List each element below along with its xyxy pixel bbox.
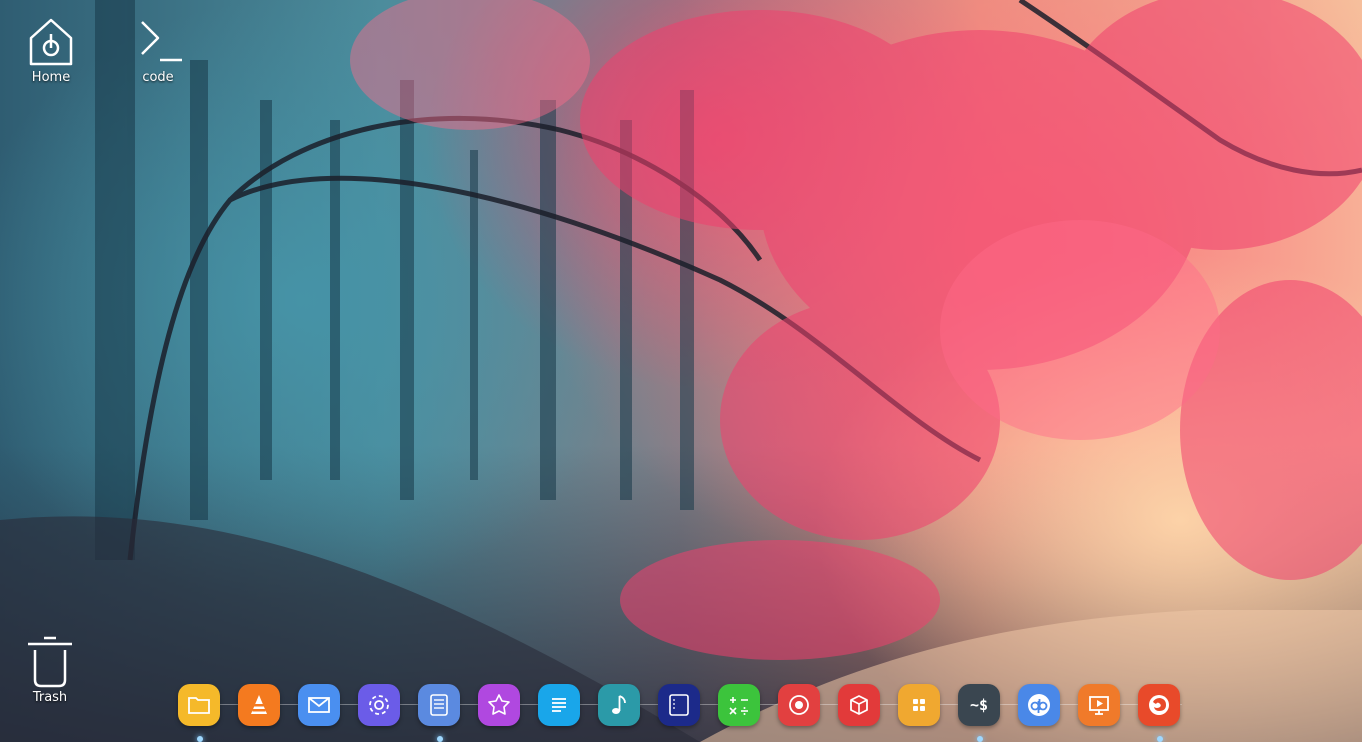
text-editor-icon <box>552 698 566 712</box>
home-icon <box>29 18 73 66</box>
dock-item-terminal[interactable]: ~$ <box>958 684 1000 726</box>
dock-item-vlc[interactable] <box>238 684 280 726</box>
dock-item-settings[interactable] <box>358 684 400 726</box>
running-indicator <box>437 736 443 742</box>
dock-item-presentation[interactable] <box>1078 684 1120 726</box>
presentation-icon <box>1089 696 1109 715</box>
settings-icon <box>369 695 389 715</box>
running-indicator <box>1157 736 1163 742</box>
dock-item-screenshot[interactable] <box>778 684 820 726</box>
desktop[interactable]: Home code Trash ~$ <box>0 0 1362 742</box>
running-indicator <box>977 736 983 742</box>
mail-icon <box>308 697 330 713</box>
dock-item-qbittorrent[interactable] <box>1018 684 1060 726</box>
desktop-icon-label: Home <box>31 70 71 85</box>
dock-item-text-editor[interactable] <box>538 684 580 726</box>
terminal-app-icon: ~$ <box>969 696 989 714</box>
dock-item-calculator[interactable] <box>718 684 760 726</box>
launcher-icon <box>488 694 510 715</box>
trash-icon <box>28 636 72 688</box>
qbittorrent-icon <box>1028 694 1050 716</box>
dock-item-firefox[interactable] <box>1138 684 1180 726</box>
dock-item-mail[interactable] <box>298 684 340 726</box>
notes-icon <box>669 694 689 716</box>
desktop-icon-home[interactable]: Home <box>6 12 96 85</box>
running-indicator <box>197 736 203 742</box>
wallpaper-forest <box>0 0 1362 742</box>
app-store-icon <box>850 695 868 715</box>
desktop-icon-label: code <box>142 70 174 85</box>
desktop-icon-trash[interactable]: Trash <box>5 632 95 705</box>
vlc-icon <box>251 695 267 714</box>
dock-item-document-viewer[interactable] <box>418 684 460 726</box>
app-grid-icon <box>913 699 925 711</box>
dock-item-launcher[interactable] <box>478 684 520 726</box>
desktop-icon-label: Trash <box>32 690 68 705</box>
dock-item-app-grid[interactable] <box>898 684 940 726</box>
desktop-icon-code[interactable]: code <box>113 12 203 85</box>
dock-item-music[interactable] <box>598 684 640 726</box>
calculator-icon <box>729 697 748 715</box>
dock: ~$ <box>178 684 1182 726</box>
screenshot-icon <box>789 695 809 715</box>
firefox-icon <box>1149 695 1169 715</box>
document-viewer-icon <box>430 694 448 716</box>
file-manager-icon <box>188 697 210 714</box>
dock-item-app-store[interactable] <box>838 684 880 726</box>
dock-item-file-manager[interactable] <box>178 684 220 726</box>
music-icon <box>612 695 626 714</box>
terminal-icon <box>141 21 182 62</box>
dock-item-notes[interactable] <box>658 684 700 726</box>
